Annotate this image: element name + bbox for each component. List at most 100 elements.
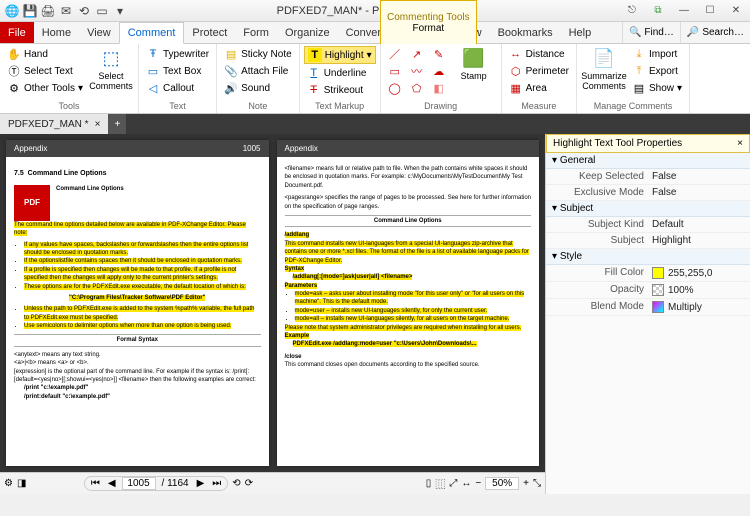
typewriter-tool[interactable]: ŦTypewriter — [143, 46, 212, 62]
summarize-comments-button[interactable]: 📄Summarize Comments — [581, 46, 627, 92]
maximize-icon[interactable]: ☐ — [698, 2, 722, 20]
tab-view[interactable]: View — [79, 22, 119, 43]
export-label: Export — [649, 66, 678, 77]
save-icon[interactable]: 💾 — [22, 3, 38, 19]
import-comments[interactable]: ⤓Import — [629, 46, 685, 62]
select-text-tool[interactable]: ⓉSelect Text — [4, 63, 86, 79]
shape-rect[interactable]: ▭ — [385, 63, 405, 79]
show-label: Show — [649, 83, 674, 94]
perimeter-label: Perimeter — [526, 66, 569, 77]
doc-tab-label: PDFXED7_MAN * — [8, 119, 89, 130]
group-general[interactable]: ▾ General — [546, 153, 750, 169]
fx2: <a>|<b> means <a> or <b>. — [14, 359, 261, 367]
tab-file[interactable]: File — [0, 22, 34, 43]
page-input[interactable] — [122, 477, 156, 490]
hand-tool[interactable]: ✋Hand — [4, 46, 86, 62]
next-page-icon[interactable]: ▶ — [195, 478, 207, 489]
first-page-icon[interactable]: ⏮ — [89, 478, 102, 489]
distance-icon: ↔ — [509, 47, 523, 61]
tab-protect[interactable]: Protect — [184, 22, 235, 43]
opacity-v[interactable]: 100% — [652, 284, 744, 296]
blend-k: Blend Mode — [552, 301, 652, 313]
launch-icon[interactable]: ⎋ — [620, 2, 644, 20]
other-tools-label: Other Tools — [24, 83, 75, 94]
scan-icon[interactable]: ▭ — [94, 3, 110, 19]
doc-tab[interactable]: PDFXED7_MAN * × — [0, 114, 108, 134]
zoomout-icon[interactable]: − — [475, 478, 481, 489]
layout2-icon[interactable]: ⿲ — [435, 476, 445, 491]
mail-icon[interactable]: ✉ — [58, 3, 74, 19]
panel-icon[interactable]: ◨ — [17, 478, 26, 489]
syntax-hdr: Syntax — [285, 266, 305, 272]
group-subject[interactable]: ▾ Subject — [546, 201, 750, 217]
ui-toggle-icon[interactable]: ⧉ — [646, 2, 670, 20]
globe-icon[interactable]: 🌐 — [4, 3, 20, 19]
fitwidth-icon[interactable]: ↔ — [461, 478, 471, 489]
group-style[interactable]: ▾ Style — [546, 249, 750, 265]
zoom-input[interactable] — [485, 477, 519, 490]
search-box[interactable]: 🔎Search… — [680, 22, 750, 43]
new-tab-button[interactable]: + — [108, 114, 126, 134]
stamp-button[interactable]: 🟩Stamp — [451, 46, 497, 82]
distance-tool[interactable]: ↔Distance — [506, 46, 572, 62]
page-viewport[interactable]: Appendix1005 7.5 Command Line Options PD… — [0, 134, 545, 472]
highlight-tool[interactable]: THighlight▾ — [304, 46, 376, 64]
last-page-icon[interactable]: ⏭ — [210, 478, 223, 489]
close-icon[interactable]: ✕ — [724, 2, 748, 20]
paperclip-icon: 📎 — [224, 64, 238, 78]
blend-v[interactable]: Multiply — [652, 301, 744, 313]
tab-comment[interactable]: Comment — [119, 22, 185, 44]
options-icon[interactable]: ⚙ — [4, 478, 13, 489]
close-cmd: /close — [285, 354, 302, 360]
tab-home[interactable]: Home — [34, 22, 79, 43]
color-swatch[interactable] — [652, 267, 664, 279]
shape-polygon[interactable]: ⬠ — [407, 80, 427, 96]
export-comments[interactable]: ⤒Export — [629, 63, 685, 79]
show-comments[interactable]: ▤Show▾ — [629, 80, 685, 96]
group-markup-label: Text Markup — [304, 101, 376, 111]
callout-tool[interactable]: ◁Callout — [143, 80, 212, 96]
layout1-icon[interactable]: ▯ — [426, 478, 432, 489]
shape-arrow[interactable]: ↗ — [407, 46, 427, 62]
strikeout-tool[interactable]: TStrikeout — [304, 82, 376, 98]
fill-v[interactable]: 255,255,0 — [652, 267, 744, 279]
subject-kind-v[interactable]: Default — [652, 219, 744, 230]
sticky-note-tool[interactable]: ▤Sticky Note — [221, 46, 295, 62]
tab-bookmarks[interactable]: Bookmarks — [490, 22, 561, 43]
perimeter-tool[interactable]: ⬡Perimeter — [506, 63, 572, 79]
area-tool[interactable]: ▦Area — [506, 80, 572, 96]
shape-cloud[interactable]: ☁ — [429, 63, 449, 79]
print-icon[interactable]: 🖨 — [40, 3, 56, 19]
underline-tool[interactable]: TUnderline — [304, 65, 376, 81]
find-box[interactable]: 🔍Find… — [622, 22, 680, 43]
fitpage-icon[interactable]: ⤢ — [449, 478, 457, 489]
prev-page-icon[interactable]: ◀ — [106, 478, 118, 489]
keep-selected-v[interactable]: False — [652, 171, 744, 182]
select-comments-button[interactable]: ⬚Select Comments — [88, 46, 134, 92]
other-tools[interactable]: ⚙Other Tools▾ — [4, 80, 86, 96]
zoomin-icon[interactable]: + — [523, 478, 529, 489]
nav-back-icon[interactable]: ⟲ — [232, 478, 240, 489]
props-close-icon[interactable]: × — [737, 138, 743, 149]
exclusive-v[interactable]: False — [652, 187, 744, 198]
zoom-actual-icon[interactable]: ⤡ — [533, 478, 541, 489]
sound-tool[interactable]: 🔊Sound — [221, 80, 295, 96]
attach-file-tool[interactable]: 📎Attach File — [221, 63, 295, 79]
speaker-icon: 🔊 — [224, 81, 238, 95]
minimize-icon[interactable]: — — [672, 2, 696, 20]
shape-pencil[interactable]: ✎ — [429, 46, 449, 62]
shape-polyline[interactable]: 〰 — [407, 63, 427, 79]
close-tab-icon[interactable]: × — [95, 119, 101, 130]
nav-fwd-icon[interactable]: ⟳ — [245, 478, 253, 489]
qat-dropdown-icon[interactable]: ▾ — [112, 3, 128, 19]
textbox-tool[interactable]: ▭Text Box — [143, 63, 212, 79]
undo-icon[interactable]: ⟲ — [76, 3, 92, 19]
shape-eraser[interactable]: ◧ — [429, 80, 449, 96]
contextual-tab-format[interactable]: Format — [387, 23, 470, 34]
tab-form[interactable]: Form — [235, 22, 277, 43]
tab-organize[interactable]: Organize — [277, 22, 338, 43]
tab-help[interactable]: Help — [561, 22, 600, 43]
subject-v[interactable]: Highlight — [652, 235, 744, 246]
shape-line[interactable]: ／ — [385, 46, 405, 62]
shape-oval[interactable]: ◯ — [385, 80, 405, 96]
